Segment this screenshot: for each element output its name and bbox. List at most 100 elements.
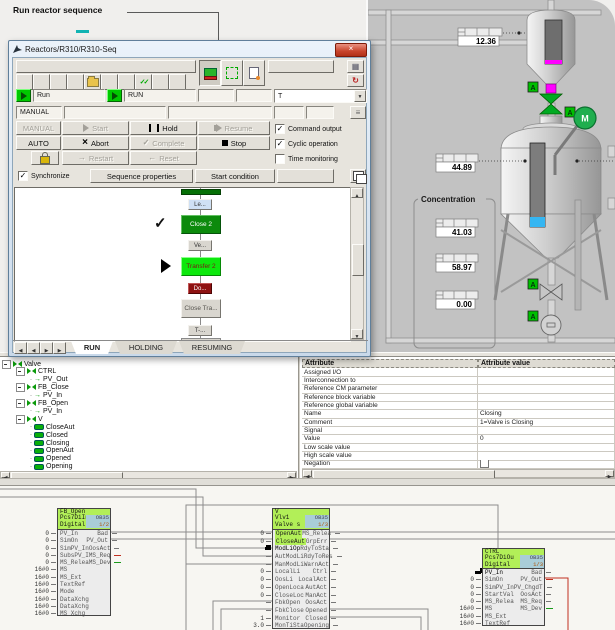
pin-input[interactable]: 0CloseAut bbox=[275, 538, 306, 546]
sfc-step-closetra[interactable]: Close Tra... bbox=[181, 299, 221, 318]
pin-output[interactable]: Bad bbox=[531, 569, 542, 576]
stop-button[interactable]: Stop bbox=[198, 136, 270, 150]
pin-input[interactable]: 16#0MS_Xchg bbox=[60, 610, 85, 617]
pin-input[interactable]: 0PV_In bbox=[60, 530, 78, 537]
pin-output[interactable]: LocalAct bbox=[298, 576, 327, 584]
indicator-conc2[interactable]: 58.97 bbox=[436, 254, 478, 272]
attr-row-name[interactable]: Negation bbox=[302, 460, 478, 469]
close-button[interactable]: × bbox=[335, 43, 367, 57]
indicator-conc3[interactable]: 0.00 bbox=[436, 291, 478, 309]
pane-splitter[interactable] bbox=[298, 357, 301, 481]
abort-button[interactable]: Abort bbox=[62, 136, 129, 150]
pin-output[interactable]: MS_Req bbox=[89, 552, 111, 559]
toolbar-button[interactable] bbox=[33, 74, 50, 90]
auto-button[interactable]: AUTO bbox=[16, 136, 61, 150]
tab-prev-button[interactable] bbox=[27, 342, 40, 354]
pump-icon[interactable] bbox=[541, 315, 561, 335]
pin-input[interactable]: 3.0MonTiSta bbox=[275, 622, 304, 630]
indicator-conc1[interactable]: 41.03 bbox=[436, 219, 478, 237]
tree-item-pvout[interactable]: -PV_Out bbox=[30, 376, 68, 384]
negation-checkbox[interactable] bbox=[480, 460, 489, 469]
start-button[interactable]: Start bbox=[62, 121, 129, 135]
pin-input[interactable]: 1Monitor bbox=[275, 615, 300, 623]
new-sheet-toggle[interactable] bbox=[243, 60, 265, 86]
pin-input[interactable]: 0OosLi bbox=[275, 576, 293, 584]
pin-output[interactable]: Opened bbox=[305, 607, 327, 615]
tree-item-closeaut[interactable]: -CloseAut bbox=[30, 423, 74, 431]
pin-input[interactable]: ManModLi bbox=[275, 561, 304, 569]
tree-item-pvin2[interactable]: -PV_In bbox=[30, 407, 62, 415]
lock-button[interactable] bbox=[31, 151, 59, 165]
tree-item-openaut[interactable]: -OpenAut bbox=[30, 447, 74, 455]
pin-input[interactable]: 0MS_Relea bbox=[485, 598, 514, 605]
pin-input[interactable]: 16#0MS bbox=[60, 566, 67, 573]
pin-output[interactable]: MS_Req bbox=[520, 598, 542, 605]
pin-input[interactable]: FbkOpen bbox=[275, 599, 300, 607]
pin-input[interactable]: 16#0DataXchg bbox=[60, 596, 89, 603]
pin-output[interactable]: GrpErr bbox=[306, 538, 328, 546]
tree-item-fbclose[interactable]: FB_Close bbox=[16, 384, 69, 392]
bottom-valve-icon[interactable] bbox=[540, 284, 562, 300]
motor-icon[interactable]: M bbox=[574, 107, 596, 129]
time-monitoring-checkbox[interactable]: Time monitoring bbox=[275, 154, 338, 164]
sfc-transition-ve[interactable]: Ve... bbox=[188, 240, 212, 251]
pin-input[interactable]: 0MS_Relea bbox=[60, 559, 89, 566]
expander-icon[interactable] bbox=[16, 383, 25, 392]
toolbar-strip-1[interactable] bbox=[16, 60, 196, 73]
scroll-down-icon[interactable] bbox=[351, 329, 363, 339]
pin-output[interactable]: OosAct bbox=[305, 599, 327, 607]
sfc-step-partial-top[interactable] bbox=[181, 189, 221, 195]
pin-output[interactable]: MS_Dev bbox=[89, 559, 111, 566]
pin-input[interactable]: 0LocalLi bbox=[275, 568, 300, 576]
pin-input[interactable]: ModLiOp bbox=[275, 545, 300, 553]
pin-output[interactable]: RdyToRes bbox=[304, 553, 333, 561]
cfc-block-fb-open[interactable]: FB_OpenPcs7DiInDigital OB351/2 0PV_InBad… bbox=[57, 508, 111, 616]
expander-icon[interactable] bbox=[2, 360, 11, 369]
toolbar-button[interactable] bbox=[118, 74, 135, 90]
tree-item-ctrl[interactable]: CTRL bbox=[16, 368, 56, 376]
pin-input[interactable]: 16#0MS bbox=[485, 605, 492, 612]
pin-input[interactable]: 0SimOn bbox=[485, 576, 503, 583]
tab-next-button[interactable] bbox=[40, 342, 53, 354]
cascade-button[interactable] bbox=[350, 169, 366, 183]
pin-output[interactable]: PV_Out bbox=[86, 537, 108, 544]
footer-strip[interactable] bbox=[277, 169, 334, 183]
acknowledge-button[interactable] bbox=[135, 74, 152, 90]
reset-button[interactable]: Reset bbox=[130, 151, 197, 165]
pin-input[interactable]: 0CloseLoc bbox=[275, 592, 304, 600]
tree-item-pvin1[interactable]: -PV_In bbox=[30, 392, 62, 400]
tab-holding[interactable]: HOLDING bbox=[115, 341, 177, 354]
toolbar-strip-2[interactable] bbox=[268, 60, 334, 73]
pin-input[interactable]: AutModLi bbox=[275, 553, 304, 561]
synchronize-checkbox[interactable]: Synchronize bbox=[18, 171, 70, 181]
pin-output[interactable]: PV_ChgdT bbox=[514, 584, 543, 591]
pin-output[interactable]: MS_Dev bbox=[520, 605, 542, 612]
restart-button[interactable]: Restart bbox=[62, 151, 129, 165]
tree-item-opened[interactable]: -Opened bbox=[30, 455, 71, 463]
expander-icon[interactable] bbox=[16, 399, 25, 408]
sfc-vscrollbar[interactable] bbox=[350, 187, 364, 340]
drain-valve-icon[interactable] bbox=[540, 94, 562, 114]
toolbar-button[interactable] bbox=[152, 74, 169, 90]
complete-button[interactable]: Complete bbox=[130, 136, 197, 150]
pin-input[interactable]: 16#0DataXchg bbox=[60, 603, 89, 610]
start-condition-button[interactable]: Start condition bbox=[195, 169, 275, 183]
pin-output[interactable]: ManAct bbox=[305, 592, 327, 600]
pin-input[interactable]: PV_In bbox=[485, 569, 503, 576]
tab-run[interactable]: RUN bbox=[71, 341, 113, 354]
toolbar-button[interactable] bbox=[67, 74, 84, 90]
pin-output[interactable]: PV_Out bbox=[520, 576, 542, 583]
scroll-left-icon[interactable] bbox=[303, 470, 312, 477]
pin-input[interactable]: FbkClose bbox=[275, 607, 304, 615]
toolbar-button[interactable] bbox=[169, 74, 186, 90]
attr-hscrollbar[interactable] bbox=[302, 469, 615, 478]
hold-button[interactable]: Hold bbox=[130, 121, 197, 135]
sequence-name-field[interactable]: Run bbox=[33, 89, 105, 102]
cfc-block-valve[interactable]: VVlv1Valve s OB351/3 0OpenAutMS_Relea 0C… bbox=[272, 508, 330, 629]
detail-button[interactable] bbox=[350, 106, 366, 119]
pin-input[interactable]: 0StartVal bbox=[485, 591, 514, 598]
pin-output[interactable]: RdyToSta bbox=[300, 545, 329, 553]
pin-output[interactable]: OosAct bbox=[520, 591, 542, 598]
sfc-transition-do[interactable]: Do... bbox=[188, 283, 212, 294]
pin-output[interactable]: Bad bbox=[97, 530, 108, 537]
